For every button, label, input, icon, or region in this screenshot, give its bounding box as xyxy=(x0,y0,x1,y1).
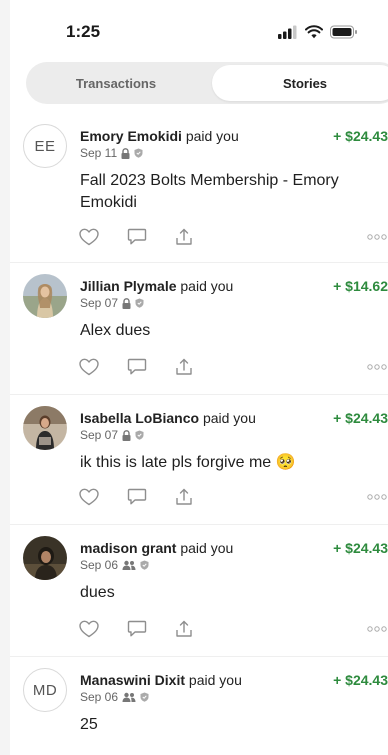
friends-icon xyxy=(122,692,136,702)
lock-icon xyxy=(121,147,130,159)
story-note: 25 xyxy=(80,716,98,733)
story-actions xyxy=(78,356,388,378)
avatar[interactable]: MD xyxy=(23,668,67,712)
share-icon[interactable] xyxy=(173,618,195,640)
story-date: Sep 07 xyxy=(80,428,119,442)
avatar[interactable] xyxy=(23,536,67,580)
story-card[interactable]: EE Emory Emokidi paid you + $24.43 Sep 1… xyxy=(10,112,388,263)
story-actions xyxy=(78,226,388,248)
story-payer-line: Isabella LoBianco paid you xyxy=(80,410,256,426)
story-card[interactable]: MD Manaswini Dixit paid you + $24.43 Sep… xyxy=(10,656,388,755)
payer-action: paid you xyxy=(180,278,234,294)
comment-icon[interactable] xyxy=(126,486,148,508)
more-options-icon[interactable] xyxy=(366,230,388,244)
story-card[interactable]: Jillian Plymale paid you + $14.62 Sep 07… xyxy=(10,262,388,395)
story-payer-line: madison grant paid you xyxy=(80,540,233,556)
payer-action: paid you xyxy=(188,672,242,688)
story-note: Fall 2023 Bolts Membership - Emory Emoki… xyxy=(80,172,339,211)
status-icons xyxy=(278,22,358,42)
shield-icon xyxy=(140,560,149,570)
payment-amount: + $24.43 xyxy=(333,128,388,144)
story-meta: Sep 06 xyxy=(80,690,149,704)
share-icon[interactable] xyxy=(173,226,195,248)
friends-icon xyxy=(122,560,136,570)
story-date: Sep 07 xyxy=(80,296,119,310)
tab-stories[interactable]: Stories xyxy=(212,65,388,101)
more-options-icon[interactable] xyxy=(366,622,388,636)
payment-amount: + $24.43 xyxy=(333,672,388,688)
avatar-photo xyxy=(23,274,67,318)
story-date: Sep 06 xyxy=(80,690,119,704)
battery-icon xyxy=(330,25,357,39)
comment-icon[interactable] xyxy=(126,226,148,248)
like-heart-icon[interactable] xyxy=(78,486,100,508)
story-date: Sep 06 xyxy=(80,558,119,572)
story-payer-line: Manaswini Dixit paid you xyxy=(80,672,242,688)
payer-name[interactable]: Emory Emokidi xyxy=(80,128,182,144)
share-icon[interactable] xyxy=(173,356,195,378)
status-bar: 1:25 xyxy=(10,0,388,60)
avatar-initials: MD xyxy=(32,681,58,699)
story-actions xyxy=(78,486,388,508)
story-actions xyxy=(78,618,388,640)
shield-icon xyxy=(140,692,149,702)
payer-name[interactable]: Manaswini Dixit xyxy=(80,672,185,688)
avatar[interactable] xyxy=(23,406,67,450)
payer-action: paid you xyxy=(202,410,256,426)
share-icon[interactable] xyxy=(173,486,195,508)
story-payer-line: Emory Emokidi paid you xyxy=(80,128,239,144)
view-toggle: Transactions Stories xyxy=(26,62,388,104)
story-note: Alex dues xyxy=(80,322,151,339)
comment-icon[interactable] xyxy=(126,618,148,640)
payment-amount: + $24.43 xyxy=(333,540,388,556)
story-meta: Sep 06 xyxy=(80,558,149,572)
payer-name[interactable]: Isabella LoBianco xyxy=(80,410,199,426)
avatar-photo xyxy=(23,406,67,450)
avatar[interactable] xyxy=(23,274,67,318)
story-card[interactable]: madison grant paid you + $24.43 Sep 06 d… xyxy=(10,524,388,657)
like-heart-icon[interactable] xyxy=(78,356,100,378)
lock-icon xyxy=(122,297,131,309)
story-card[interactable]: Isabella LoBianco paid you + $24.43 Sep … xyxy=(10,394,388,525)
payer-name[interactable]: Jillian Plymale xyxy=(80,278,177,294)
shield-icon xyxy=(135,298,144,308)
tab-transactions[interactable]: Transactions xyxy=(30,65,202,101)
payer-name[interactable]: madison grant xyxy=(80,540,176,556)
wifi-icon xyxy=(305,25,323,39)
payment-amount: + $14.62 xyxy=(333,278,388,294)
story-note: ik this is late pls forgive me 🥺 xyxy=(80,454,296,471)
like-heart-icon[interactable] xyxy=(78,618,100,640)
story-meta: Sep 07 xyxy=(80,296,144,310)
avatar[interactable]: EE xyxy=(23,124,67,168)
more-options-icon[interactable] xyxy=(366,490,388,504)
shield-icon xyxy=(135,430,144,440)
lock-icon xyxy=(122,429,131,441)
status-time: 1:25 xyxy=(66,22,101,41)
avatar-photo xyxy=(23,536,67,580)
payer-action: paid you xyxy=(180,540,234,556)
payment-amount: + $24.43 xyxy=(333,410,388,426)
story-note: dues xyxy=(80,584,115,601)
story-meta: Sep 07 xyxy=(80,428,144,442)
story-meta: Sep 11 xyxy=(80,146,143,160)
story-payer-line: Jillian Plymale paid you xyxy=(80,278,233,294)
payer-action: paid you xyxy=(185,128,239,144)
signal-icon xyxy=(278,25,297,39)
app-screen: 1:25 Transactions Stories EE Emory Emoki… xyxy=(10,0,388,755)
like-heart-icon[interactable] xyxy=(78,226,100,248)
avatar-initials: EE xyxy=(34,137,56,155)
shield-icon xyxy=(134,148,143,158)
comment-icon[interactable] xyxy=(126,356,148,378)
story-date: Sep 11 xyxy=(80,146,118,160)
more-options-icon[interactable] xyxy=(366,360,388,374)
